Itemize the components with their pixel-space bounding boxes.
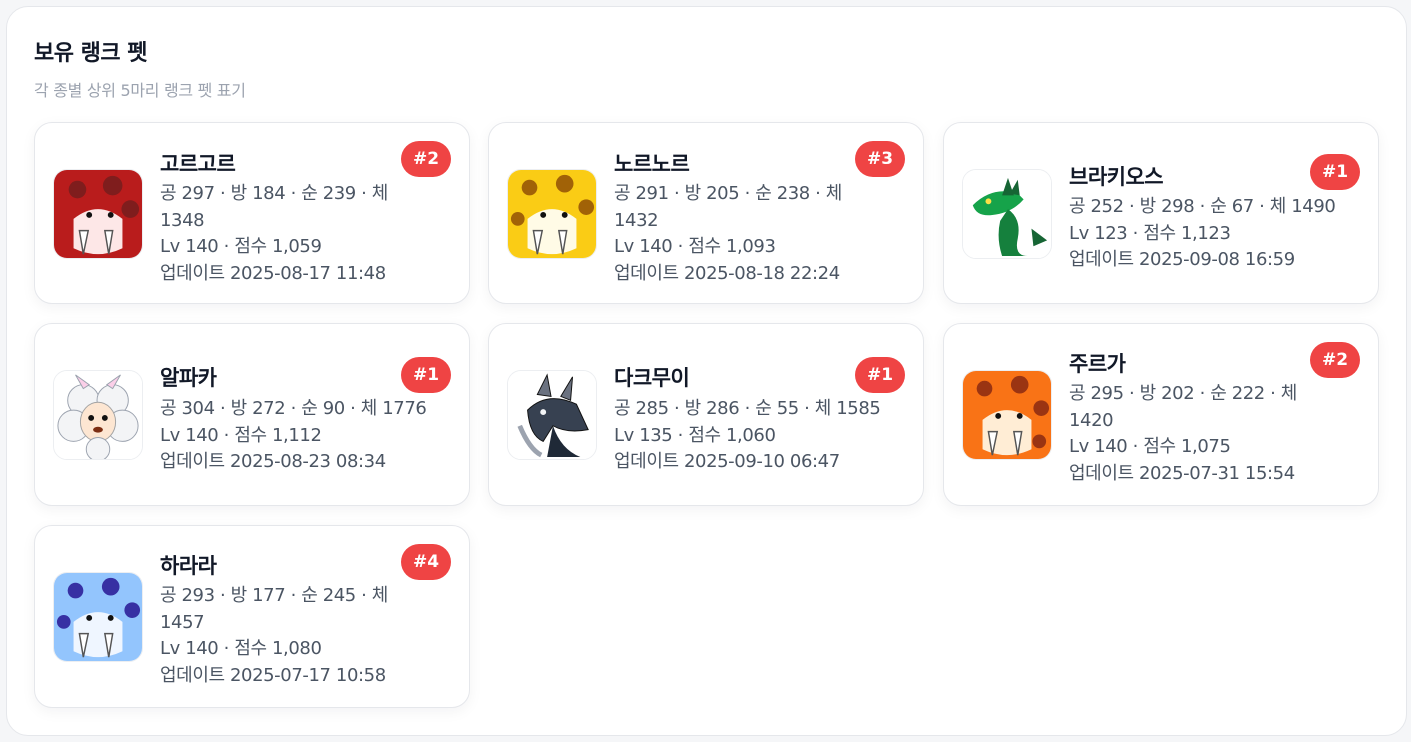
blue-sabertooth-icon (53, 572, 143, 662)
pet-info: 공 291 · 방 205 · 순 238 · 체 1432 Lv 140 · … (614, 181, 874, 287)
pet-stats: 공 293 · 방 177 · 순 245 · 체 1457 (160, 585, 388, 633)
rank-badge: #2 (1310, 342, 1360, 378)
pet-level-score: Lv 140 · 점수 1,112 (160, 424, 322, 446)
pet-name: 다크무이 (614, 366, 690, 390)
pet-info: 공 297 · 방 184 · 순 239 · 체 1348 Lv 140 · … (160, 181, 420, 287)
pet-level-score: Lv 135 · 점수 1,060 (614, 424, 776, 446)
pet-card[interactable]: 다크무이 #1 공 285 · 방 286 · 순 55 · 체 1585 Lv… (488, 323, 924, 506)
pet-stats: 공 297 · 방 184 · 순 239 · 체 1348 (160, 183, 388, 231)
rank-pets-panel: 보유 랭크 펫 각 종별 상위 5마리 랭크 펫 표기 고르고르 #2 공 29… (6, 6, 1407, 736)
pet-updated: 업데이트 2025-07-31 15:54 (1069, 462, 1295, 484)
pet-card[interactable]: 노르노르 #3 공 291 · 방 205 · 순 238 · 체 1432 L… (488, 122, 924, 304)
rank-badge: #1 (855, 357, 905, 393)
pet-stats: 공 304 · 방 272 · 순 90 · 체 1776 (160, 398, 427, 419)
pet-level-score: Lv 123 · 점수 1,123 (1069, 222, 1231, 244)
pet-name: 노르노르 (614, 152, 690, 176)
pet-info: 공 293 · 방 177 · 순 245 · 체 1457 Lv 140 · … (160, 583, 420, 689)
pet-updated: 업데이트 2025-09-08 16:59 (1069, 249, 1295, 270)
rank-badge: #4 (401, 544, 451, 580)
pet-stats: 공 291 · 방 205 · 순 238 · 체 1432 (614, 183, 842, 231)
pet-stats: 공 252 · 방 298 · 순 67 · 체 1490 (1069, 196, 1336, 217)
pet-level-score: Lv 140 · 점수 1,093 (614, 236, 776, 257)
pet-name: 하라라 (160, 554, 217, 578)
panel-subtitle: 각 종별 상위 5마리 랭크 펫 표기 (34, 81, 246, 100)
yellow-sabertooth-icon (507, 169, 597, 259)
pet-level-score: Lv 140 · 점수 1,080 (160, 638, 322, 659)
pet-updated: 업데이트 2025-09-10 06:47 (614, 451, 840, 472)
rank-badge: #1 (1310, 154, 1360, 190)
pet-level-score: Lv 140 · 점수 1,059 (160, 236, 322, 257)
pet-name: 알파카 (160, 366, 217, 390)
rank-badge: #3 (855, 141, 905, 177)
panel-title: 보유 랭크 펫 (34, 41, 148, 66)
pet-name: 주르가 (1069, 352, 1126, 376)
pet-card[interactable]: 주르가 #2 공 295 · 방 202 · 순 222 · 체 1420 Lv… (943, 323, 1379, 506)
alpaca-icon (53, 370, 143, 460)
pet-level-score: Lv 140 · 점수 1,075 (1069, 436, 1231, 457)
pet-card[interactable]: 고르고르 #2 공 297 · 방 184 · 순 239 · 체 1348 L… (34, 122, 470, 304)
rank-badge: #2 (401, 141, 451, 177)
pet-name: 고르고르 (160, 152, 236, 176)
pet-stats: 공 295 · 방 202 · 순 222 · 체 1420 (1069, 383, 1297, 431)
red-sabertooth-icon (53, 169, 143, 259)
dark-dinosaur-icon (507, 370, 597, 460)
pet-updated: 업데이트 2025-07-17 10:58 (160, 664, 386, 686)
pet-card[interactable]: 알파카 #1 공 304 · 방 272 · 순 90 · 체 1776 Lv … (34, 323, 470, 506)
pet-info: 공 304 · 방 272 · 순 90 · 체 1776 Lv 140 · 점… (160, 396, 460, 476)
pet-name: 브라키오스 (1069, 165, 1164, 189)
pet-updated: 업데이트 2025-08-18 22:24 (614, 262, 840, 284)
pet-info: 공 295 · 방 202 · 순 222 · 체 1420 Lv 140 · … (1069, 381, 1329, 487)
pet-updated: 업데이트 2025-08-23 08:34 (160, 451, 386, 472)
green-dinosaur-icon (962, 169, 1052, 259)
pet-stats: 공 285 · 방 286 · 순 55 · 체 1585 (614, 398, 881, 419)
rank-badge: #1 (401, 357, 451, 393)
pet-updated: 업데이트 2025-08-17 11:48 (160, 262, 386, 284)
pet-card[interactable]: 브라키오스 #1 공 252 · 방 298 · 순 67 · 체 1490 L… (943, 122, 1379, 304)
pet-card[interactable]: 하라라 #4 공 293 · 방 177 · 순 245 · 체 1457 Lv… (34, 525, 470, 708)
pet-info: 공 252 · 방 298 · 순 67 · 체 1490 Lv 123 · 점… (1069, 194, 1369, 274)
orange-sabertooth-icon (962, 370, 1052, 460)
pet-info: 공 285 · 방 286 · 순 55 · 체 1585 Lv 135 · 점… (614, 396, 914, 476)
